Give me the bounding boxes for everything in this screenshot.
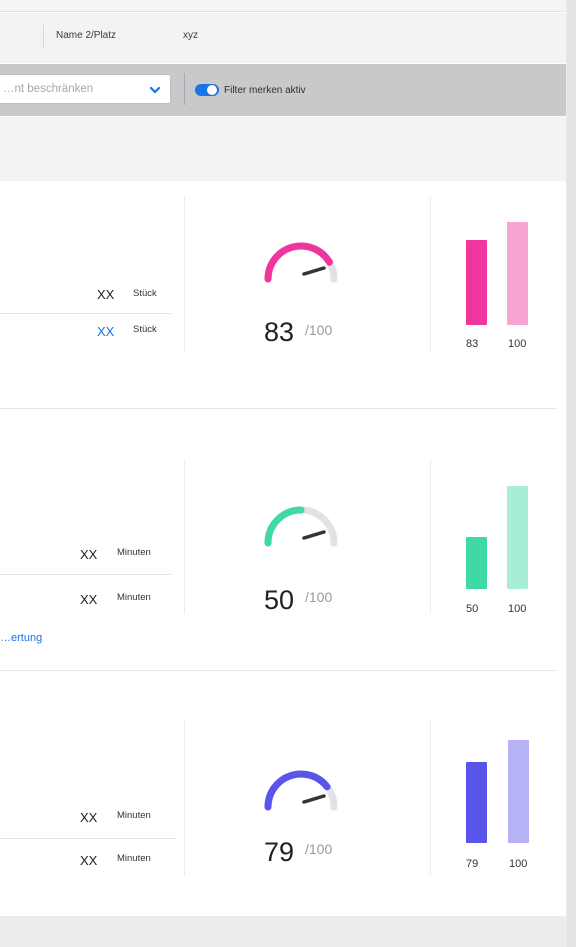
column-divider [184,721,185,876]
quantity-value: XX [80,592,98,607]
score-value: 83 [264,317,295,347]
info-separator [43,25,44,49]
score-value: 79 [264,837,295,867]
gauge-chart [264,242,338,283]
quantity-unit: Minuten [117,853,151,864]
quantity-unit: Stück [133,288,157,299]
filter-bar: …nt beschränken Filter merken aktiv [0,64,566,116]
column-divider [430,196,431,351]
gauge-fill [264,506,305,547]
row-divider [0,313,172,314]
restrict-select[interactable]: …nt beschränken [0,74,171,104]
scrollbar[interactable] [567,0,576,947]
info-label: Name 2/Platz [56,30,117,41]
metric-card: XX Minuten XX Minuten 79 /100 79 100 [0,671,566,916]
gauge-needle [302,266,326,276]
info-row: Name 2/Platz xyz [0,13,566,63]
quantity-unit: Minuten [117,547,151,558]
bar-score-label: 79 [466,858,479,870]
score-max: /100 [305,322,333,338]
section-header [0,117,566,181]
gauge-needle [302,794,326,804]
gauge-fill [264,242,333,283]
quantity-unit: Minuten [117,592,151,603]
bar-max-label: 100 [508,338,527,350]
metric-card: XX Minuten XX Minuten …ertung 50 /100 50… [0,409,566,670]
quantity-value: XX [80,547,98,562]
gauge-chart [264,770,338,811]
bar-max [507,486,528,589]
bar-score [466,762,487,843]
bar-score-label: 50 [466,603,479,615]
bar-max-label: 100 [509,858,528,870]
remember-filter-label: Filter merken aktiv [224,85,306,96]
filter-divider [184,73,185,105]
metric-card: XX Stück XX Stück 83 /100 83 100 [0,181,566,408]
column-divider [430,721,431,876]
quantity-value: XX [80,853,98,868]
quantity-unit: Stück [133,324,157,335]
bar-max [508,740,529,843]
quantity-value: XX [80,810,98,825]
top-strip [0,0,566,12]
column-divider [184,196,185,351]
info-value: xyz [183,30,198,41]
remember-filter-toggle[interactable] [195,84,219,96]
toggle-knob [207,85,217,95]
gauge-chart [264,506,338,547]
chevron-down-icon[interactable] [148,84,162,96]
quantity-unit: Minuten [117,810,151,821]
main-panel: Name 2/Platz xyz …nt beschränken Filter … [0,0,566,916]
column-divider [184,459,185,614]
row-divider [0,574,172,575]
quantity-value: XX [97,324,115,339]
row-divider [0,838,176,839]
score-value: 50 [264,585,295,615]
restrict-select-placeholder: …nt beschränken [3,83,94,95]
evaluation-link[interactable]: …ertung [0,632,42,644]
bar-score [466,240,487,325]
score-max: /100 [305,589,333,605]
bar-max [507,222,528,325]
score-max: /100 [305,841,333,857]
gauge-needle [302,530,326,540]
bar-score-label: 83 [466,338,479,350]
bar-max-label: 100 [508,603,527,615]
gauge-fill [264,770,331,811]
bar-score [466,537,487,589]
column-divider [430,459,431,614]
quantity-value: XX [97,287,115,302]
